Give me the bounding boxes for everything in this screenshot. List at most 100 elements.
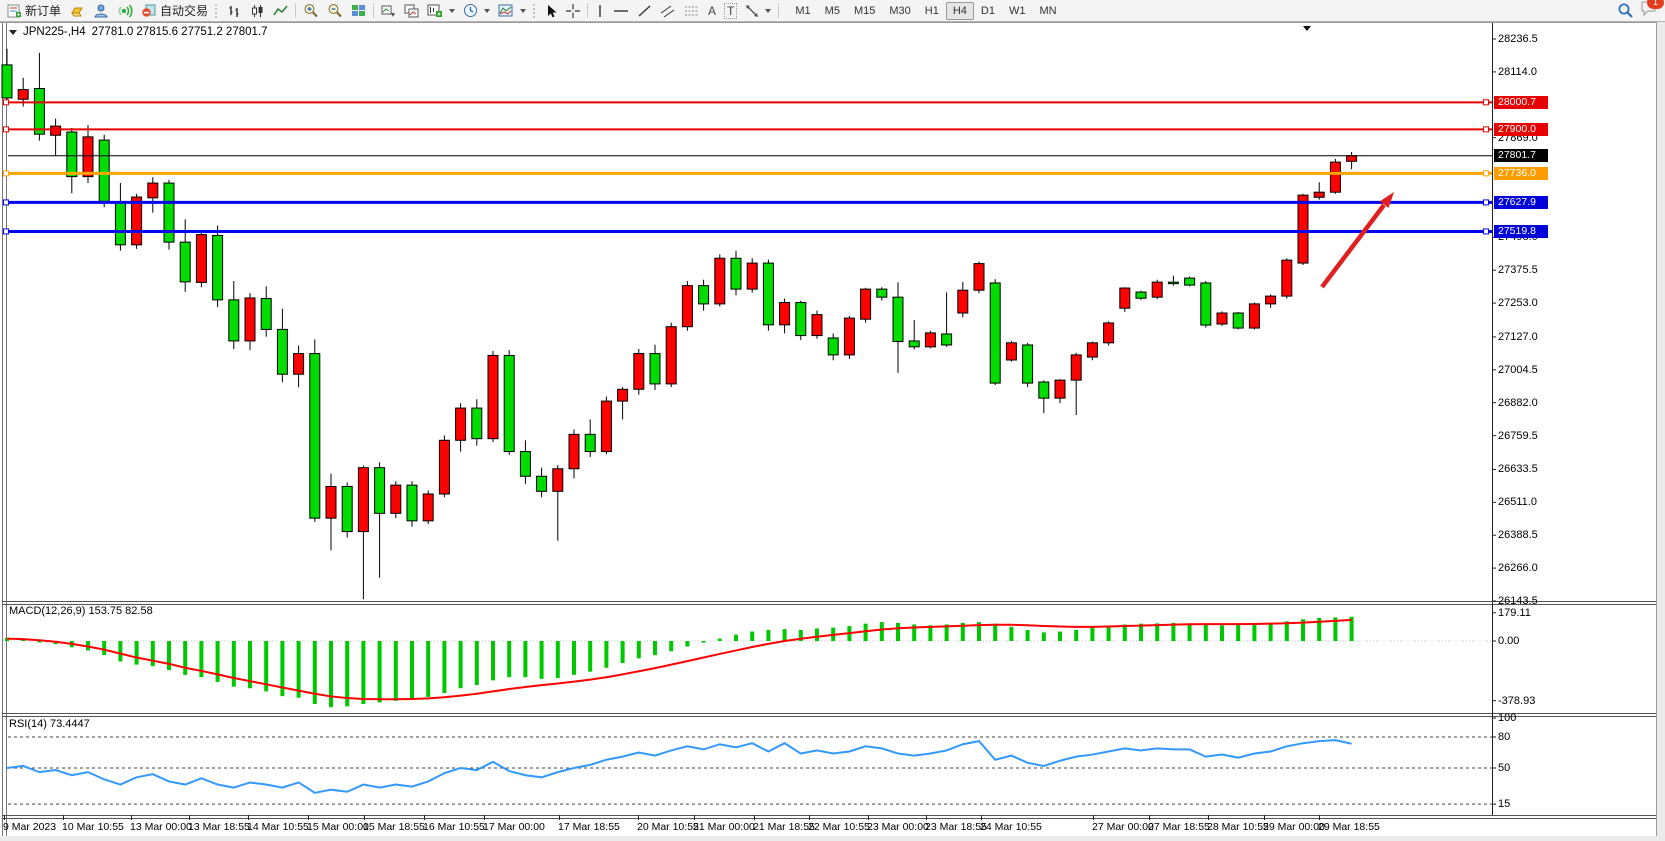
arrows-tool-icon xyxy=(745,4,759,18)
channel-icon xyxy=(660,4,676,18)
price-line-anchor[interactable] xyxy=(1484,127,1489,132)
trendline-icon xyxy=(637,4,652,18)
arrows-tool-button[interactable] xyxy=(741,2,775,20)
chart-title: JPN225-,H4 27781.0 27815.6 27751.2 27801… xyxy=(9,26,268,38)
text-tool-icon: A xyxy=(708,4,716,18)
candlestick-chart-button[interactable] xyxy=(246,2,269,20)
horizontal-line-button[interactable] xyxy=(609,2,633,20)
auto-trading-button[interactable]: 自动交易 xyxy=(137,2,212,20)
horizontal-line-icon xyxy=(613,4,629,18)
zoom-out-icon xyxy=(327,3,343,18)
auto-trading-icon xyxy=(141,3,157,18)
gold-icon xyxy=(69,4,85,18)
search-icon[interactable] xyxy=(1617,2,1634,19)
new-chart-icon xyxy=(427,3,443,18)
text-label-button[interactable]: T xyxy=(720,2,741,20)
annotation-arrow[interactable] xyxy=(1322,192,1394,287)
macd-signal-line xyxy=(7,620,1352,699)
chevron-down-icon xyxy=(765,9,771,13)
rsi-line xyxy=(7,740,1352,793)
equidistant-channel-button[interactable] xyxy=(656,2,680,20)
chart-symbol-label: JPN225-,H4 xyxy=(23,26,86,38)
toolbar-separator xyxy=(373,3,374,18)
signals-button[interactable] xyxy=(113,2,137,20)
crosshair-button[interactable] xyxy=(562,2,584,20)
new-order-button[interactable]: 新订单 xyxy=(3,2,65,20)
tile-windows-icon xyxy=(351,4,366,18)
arrange-windows-button[interactable] xyxy=(377,2,400,20)
timeframe-button-h1[interactable]: H1 xyxy=(918,2,946,20)
cursor-icon xyxy=(545,4,558,18)
chart-canvas[interactable] xyxy=(0,0,1665,841)
timeframe-button-mn[interactable]: MN xyxy=(1032,2,1063,20)
chevron-down-icon xyxy=(520,9,526,13)
candlestick-chart-icon xyxy=(250,4,265,18)
new-order-label: 新订单 xyxy=(25,2,61,19)
zoom-out-button[interactable] xyxy=(323,2,347,20)
timeframe-button-h4[interactable]: H4 xyxy=(946,2,974,20)
new-chart-button[interactable] xyxy=(423,2,459,20)
market-watch-button[interactable] xyxy=(65,2,89,20)
notifications-button[interactable]: 1 xyxy=(1640,0,1658,21)
new-order-icon xyxy=(7,3,22,18)
toolbar-handle xyxy=(215,4,220,18)
price-line-anchor[interactable] xyxy=(1484,200,1489,205)
clock-icon xyxy=(463,3,478,18)
tile-windows-button[interactable] xyxy=(347,2,370,20)
templates-button[interactable] xyxy=(494,2,530,20)
timeframe-button-m15[interactable]: M15 xyxy=(847,2,882,20)
price-line-anchor[interactable] xyxy=(4,229,9,234)
accounts-button[interactable] xyxy=(89,2,113,20)
timeframe-button-m1[interactable]: M1 xyxy=(788,2,817,20)
line-chart-button[interactable] xyxy=(269,2,292,20)
account-icon xyxy=(93,3,109,18)
bar-chart-button[interactable] xyxy=(223,2,246,20)
toolbar-separator xyxy=(587,3,588,18)
line-chart-icon xyxy=(273,4,288,18)
candlesticks xyxy=(2,49,1357,599)
zoom-in-button[interactable] xyxy=(299,2,323,20)
chart-ohlc-label: 27781.0 27815.6 27751.2 27801.7 xyxy=(92,26,268,38)
text-tool-button[interactable]: A xyxy=(704,2,720,20)
cursor-button[interactable] xyxy=(541,2,562,20)
price-line-anchor[interactable] xyxy=(4,100,9,105)
template-icon xyxy=(498,4,514,18)
chart-dropdown-icon[interactable] xyxy=(9,30,17,35)
toolbar-right-icons: 1 xyxy=(1617,0,1665,21)
window-bottom-edge xyxy=(0,836,1665,841)
crosshair-icon xyxy=(566,4,580,18)
timeframe-button-d1[interactable]: D1 xyxy=(974,2,1002,20)
zoom-in-icon xyxy=(303,3,319,18)
chevron-down-icon xyxy=(484,9,490,13)
notification-badge: 1 xyxy=(1647,0,1664,9)
periods-button[interactable] xyxy=(459,2,494,20)
toolbar-separator xyxy=(295,3,296,18)
price-line-anchor[interactable] xyxy=(1484,171,1489,176)
price-line-anchor[interactable] xyxy=(4,171,9,176)
bar-chart-icon xyxy=(227,4,242,18)
text-label-icon: T xyxy=(724,3,737,19)
rsi-indicator-label: RSI(14) 73.4447 xyxy=(9,718,90,730)
price-line-anchor[interactable] xyxy=(4,200,9,205)
fibonacci-button[interactable] xyxy=(680,2,704,20)
price-line-anchor[interactable] xyxy=(4,127,9,132)
window-right-edge xyxy=(1657,0,1665,841)
price-line-anchor[interactable] xyxy=(1484,229,1489,234)
fibonacci-icon xyxy=(684,4,700,18)
trendline-button[interactable] xyxy=(633,2,656,20)
vertical-line-icon xyxy=(595,4,605,18)
vertical-line-button[interactable] xyxy=(591,2,609,20)
macd-indicator-label: MACD(12,26,9) 153.75 82.58 xyxy=(9,605,153,617)
signals-icon xyxy=(117,3,133,18)
arrange-windows-icon xyxy=(381,4,396,18)
timeframe-button-m5[interactable]: M5 xyxy=(818,2,847,20)
timeframe-button-w1[interactable]: W1 xyxy=(1002,2,1033,20)
toolbar-separator xyxy=(778,3,779,18)
price-line-anchor[interactable] xyxy=(1484,100,1489,105)
chevron-down-icon xyxy=(449,9,455,13)
timeframe-button-m30[interactable]: M30 xyxy=(882,2,917,20)
cascade-windows-icon xyxy=(404,4,419,18)
toolbar-handle xyxy=(533,4,538,18)
cascade-windows-button[interactable] xyxy=(400,2,423,20)
toolbar: 新订单 自动交易 xyxy=(0,0,1665,22)
